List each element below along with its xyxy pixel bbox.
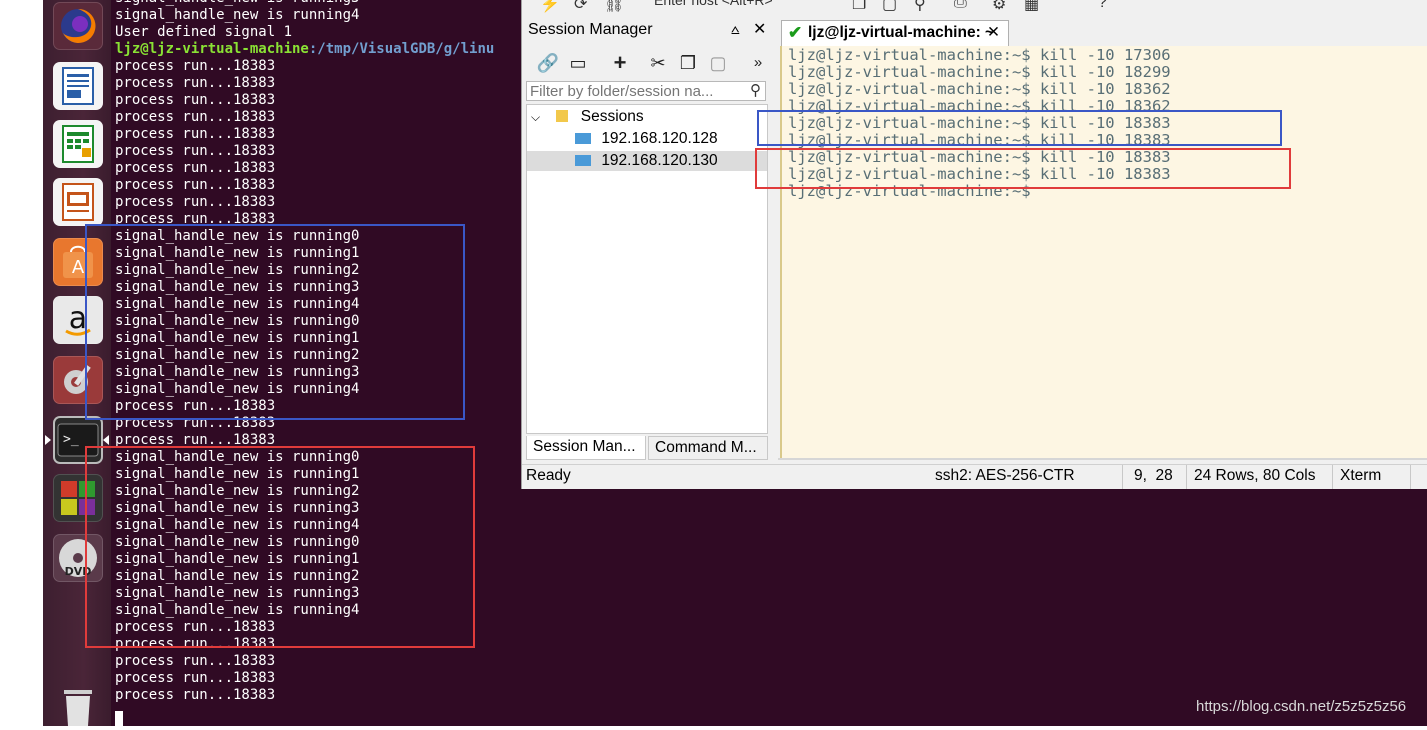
terminal-line: process run...18383 [115,126,276,142]
status-cursor-position: 9, 28 [1134,467,1173,484]
annotation-box-red-commands [755,148,1291,189]
print-icon[interactable]: ⎙ [954,0,967,12]
computer-icon [575,133,591,144]
terminal-line: process run...18383 [115,75,276,91]
trash-icon[interactable] [53,682,103,730]
terminal-line: process run...18383 [115,92,276,108]
paste-session-icon[interactable]: ▢ [706,52,730,74]
prompt-user: ljz@ljz-virtual-machine [115,41,309,57]
session-item-selected[interactable]: 192.168.120.130 [527,151,767,171]
writer-icon[interactable] [53,62,103,110]
tab-title: ljz@ljz-virtual-machine: ~ [808,24,995,41]
terminal-line: process run...18383 [115,58,276,74]
securecrt-terminal[interactable]: ljz@ljz-virtual-machine:~$ kill -10 1730… [780,46,1427,458]
terminal-line: process run...18383 [115,143,276,159]
folder-icon [556,110,569,122]
computer-icon [575,155,591,166]
securecrt-terminal-line: ljz@ljz-virtual-machine:~$ kill -10 1730… [788,46,1171,64]
terminal-cursor [115,711,123,726]
copy-icon[interactable]: ❐ [852,0,866,14]
svg-text:A: A [72,257,85,278]
add-session-icon[interactable]: + [608,52,632,74]
main-toolbar: ⚡ ⟳ ⛓ Enter host <Alt+R> ❐ ▢ ⚲ ⎙ ⚙ ▦ ? [522,0,1427,14]
status-separator [1410,465,1411,489]
session-manager-tabs: Session Man... Command M... [526,436,768,460]
securecrt-window: ⚡ ⟳ ⛓ Enter host <Alt+R> ❐ ▢ ⚲ ⎙ ⚙ ▦ ? S… [521,0,1427,489]
tab-session-manager[interactable]: Session Man... [526,436,646,460]
calc-icon[interactable] [53,120,103,168]
status-state: Ready [526,467,571,484]
session-tab-strip: ✔ ljz@ljz-virtual-machine: ~ ✕ [778,20,1427,46]
quick-connect-input[interactable]: Enter host <Alt+R> [654,0,773,8]
status-separator [1122,465,1123,489]
focus-indicator [103,435,109,445]
prompt-path: :/tmp/VisualGDB/g/linu [308,41,495,57]
terminal-line: process run...18383 [115,194,276,210]
active-indicator [45,435,51,445]
session-item[interactable]: 192.168.120.128 [575,129,765,149]
terminal-line: process run...18383 [115,687,276,703]
tab-close-icon[interactable]: ✕ [987,21,1000,45]
terminal-line: process run...18383 [115,160,276,176]
new-tab-icon[interactable]: ▭ [566,52,590,74]
tab-session-active[interactable]: ✔ ljz@ljz-virtual-machine: ~ ✕ [781,20,1009,46]
terminal-line: process run...18383 [115,177,276,193]
status-emulation: Xterm [1340,467,1382,484]
annotation-box-blue-output [85,224,465,420]
tab-command-manager[interactable]: Command M... [648,436,768,460]
terminal-line: ljz@ljz-virtual-machine:/tmp/VisualGDB/g… [115,41,494,58]
svg-text:>_: >_ [63,432,79,447]
pin-icon[interactable]: ⩟ [731,21,740,38]
keymap-icon[interactable]: ▦ [1024,0,1039,14]
connect-link-icon[interactable]: 🔗 [536,52,560,74]
paste-icon[interactable]: ▢ [882,0,897,14]
close-pane-icon[interactable]: ✕ [753,19,766,39]
terminal-line: signal_handle_new is running4 [115,7,360,23]
chevron-down-icon[interactable]: ⌵ [531,110,540,124]
annotation-box-blue-commands [757,110,1282,146]
link-icon[interactable]: ⛓ [604,0,624,14]
session-filter-field[interactable]: ⚲ [526,81,766,101]
session-label: 192.168.120.130 [601,152,718,169]
terminal-bottom-edge [778,458,1427,460]
help-icon[interactable]: ? [1098,0,1107,12]
find-icon[interactable]: ⚲ [914,0,926,14]
copy-session-icon[interactable]: ❐ [676,52,700,74]
connected-check-icon: ✔ [788,23,803,42]
annotation-box-red-output [85,446,475,648]
terminal-line: process run...18383 [115,670,276,686]
terminal-line: signal_handle_new is running3 [115,0,494,7]
terminal-line: process run...18383 [115,109,276,125]
lightning-icon[interactable]: ⚡ [540,0,560,14]
status-cipher: ssh2: AES-256-CTR [935,467,1075,484]
status-bar: Ready ssh2: AES-256-CTR 9, 28 24 Rows, 8… [522,464,1427,489]
sessions-folder-label: Sessions [580,108,644,125]
sessions-folder[interactable]: ⌵ Sessions [531,107,765,127]
session-tree: ⌵ Sessions 192.168.120.128 192.168.120.1… [526,104,768,434]
status-separator [1186,465,1187,489]
cut-icon[interactable]: ✂ [646,52,670,74]
status-terminal-size: 24 Rows, 80 Cols [1194,467,1316,484]
reconnect-icon[interactable]: ⟳ [574,0,587,14]
left-margin [0,0,43,726]
gear-icon[interactable]: ⚙ [992,0,1006,14]
securecrt-terminal-line: ljz@ljz-virtual-machine:~$ kill -10 1829… [788,63,1171,81]
session-filter-input[interactable] [527,82,740,100]
session-label: 192.168.120.128 [601,130,718,147]
terminal-line: process run...18383 [115,653,276,669]
watermark: https://blog.csdn.net/z5z5z5z56 [1196,698,1407,715]
session-manager-pane: Session Manager ⩟ ✕ 🔗 ▭ + ✂ ❐ ▢ » ⚲ ⌵ Se… [524,18,770,460]
firefox-icon[interactable] [53,2,103,50]
terminal-line: User defined signal 1 [115,24,293,40]
status-separator [1332,465,1333,489]
search-icon[interactable]: ⚲ [750,81,761,99]
securecrt-terminal-line: ljz@ljz-virtual-machine:~$ kill -10 1836… [788,80,1171,98]
session-manager-toolbar: 🔗 ▭ + ✂ ❐ ▢ » [524,48,770,78]
more-icon[interactable]: » [746,52,770,74]
session-manager-title: Session Manager [528,21,653,38]
impress-icon[interactable] [53,178,103,226]
